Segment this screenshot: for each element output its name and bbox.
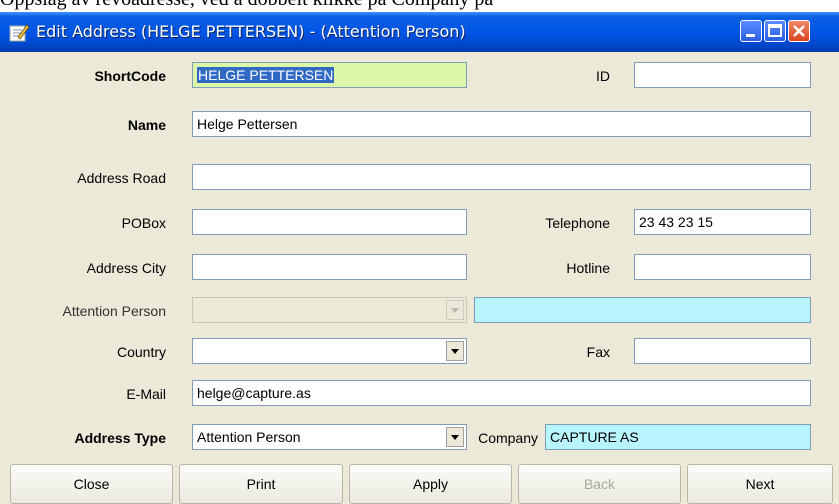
shortcode-label: ShortCode [94, 68, 166, 84]
company-field[interactable]: CAPTURE AS [545, 424, 811, 450]
clipped-caption-text: Oppslag av revoadresse, ved å dobbelt kl… [0, 0, 839, 10]
close-icon [793, 25, 805, 37]
name-label: Name [127, 117, 166, 133]
attention-person-dropdown-button[interactable] [446, 300, 464, 320]
name-input[interactable]: Helge Pettersen [192, 111, 811, 137]
email-label: E-Mail [126, 386, 166, 402]
fax-label: Fax [586, 344, 610, 360]
maximize-button[interactable] [764, 20, 786, 42]
close-window-button[interactable] [788, 20, 810, 42]
country-dropdown-button[interactable] [446, 341, 464, 361]
hotline-label: Hotline [566, 260, 610, 276]
address-type-label: Address Type [74, 430, 166, 446]
address-road-label: Address Road [77, 170, 166, 186]
hotline-input[interactable] [634, 254, 811, 280]
apply-button[interactable]: Apply [349, 464, 512, 504]
next-button[interactable]: Next [687, 464, 833, 504]
print-button[interactable]: Print [179, 464, 343, 504]
back-button[interactable]: Back [518, 464, 681, 504]
id-label: ID [596, 68, 610, 84]
company-label: Company [478, 430, 538, 446]
telephone-input[interactable]: 23 43 23 15 [634, 209, 811, 235]
chevron-down-icon [451, 435, 459, 440]
email-input[interactable]: helge@capture.as [192, 380, 811, 406]
telephone-label: Telephone [545, 215, 610, 231]
attention-person-label: Attention Person [62, 303, 166, 319]
id-input[interactable] [634, 62, 811, 88]
country-label: Country [116, 344, 166, 360]
title-bar[interactable]: Edit Address (HELGE PETTERSEN) - (Attent… [0, 12, 839, 52]
pobox-label: POBox [121, 215, 166, 231]
notepad-edit-icon [9, 24, 30, 42]
address-road-input[interactable] [192, 164, 811, 190]
chevron-down-icon [451, 308, 459, 313]
close-button[interactable]: Close [10, 464, 173, 504]
pobox-input[interactable] [192, 209, 467, 235]
country-select[interactable] [192, 338, 467, 364]
chevron-down-icon [451, 349, 459, 354]
attention-person-extra-field[interactable] [474, 297, 811, 323]
address-type-select[interactable]: Attention Person [192, 424, 467, 450]
address-city-label: Address City [86, 260, 166, 276]
minimize-icon [746, 34, 755, 37]
address-type-dropdown-button[interactable] [446, 427, 464, 447]
shortcode-value: HELGE PETTERSEN [197, 67, 335, 83]
window-title: Edit Address (HELGE PETTERSEN) - (Attent… [36, 22, 466, 41]
fax-input[interactable] [634, 338, 811, 364]
address-city-input[interactable] [192, 254, 467, 280]
address-type-value: Attention Person [197, 429, 301, 445]
shortcode-input[interactable]: HELGE PETTERSEN [192, 62, 467, 88]
attention-person-select[interactable] [192, 297, 467, 323]
maximize-icon [768, 24, 782, 37]
edit-address-window: Edit Address (HELGE PETTERSEN) - (Attent… [0, 12, 839, 504]
minimize-button[interactable] [740, 20, 762, 42]
